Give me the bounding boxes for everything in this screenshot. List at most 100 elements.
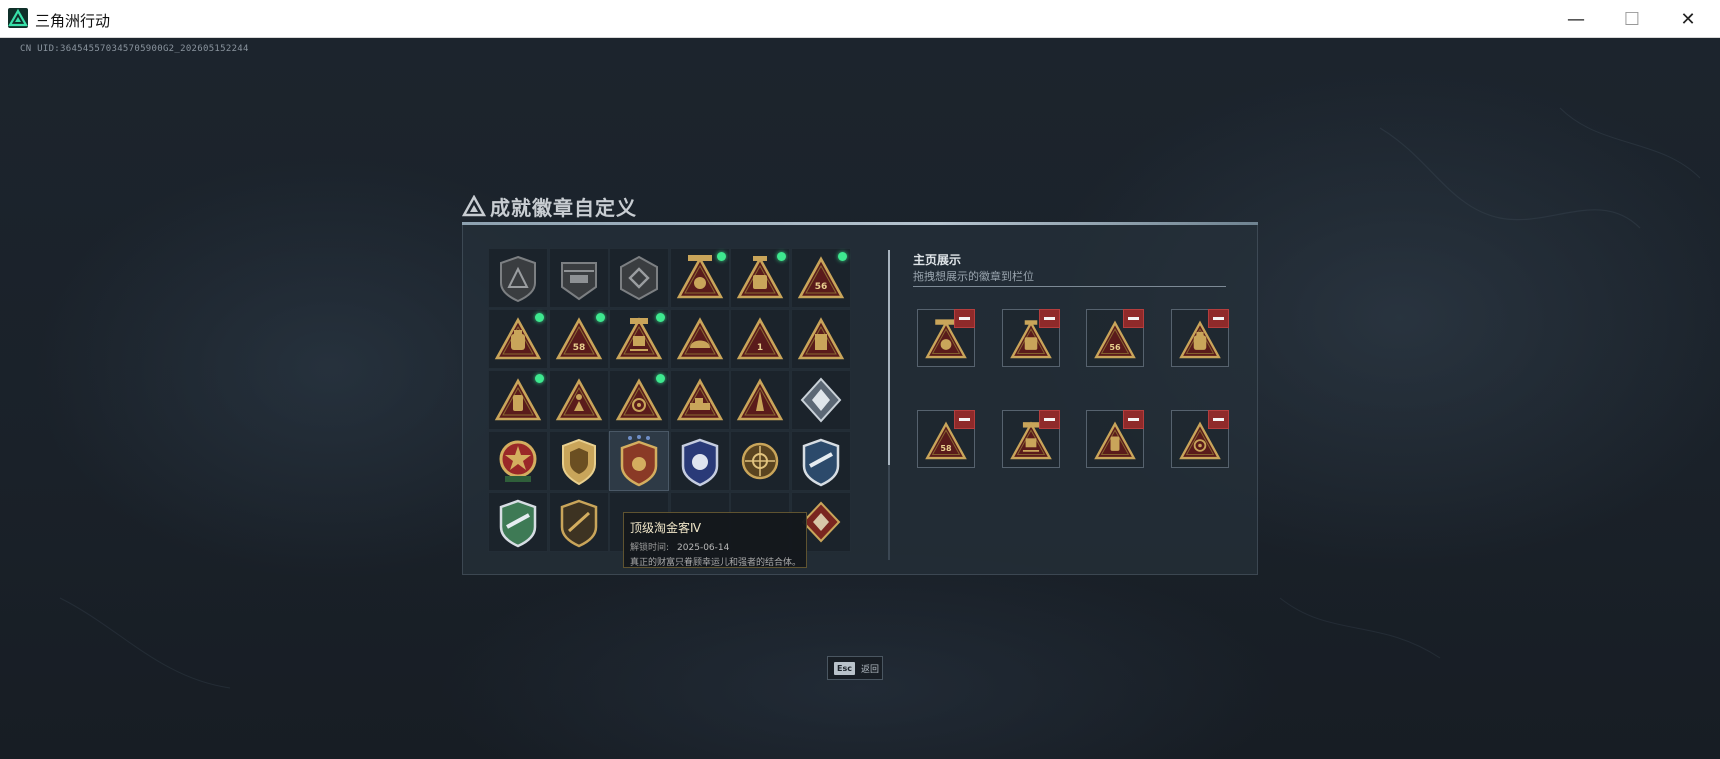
badge-cell[interactable] <box>488 248 548 308</box>
showcase-slot[interactable]: 56 <box>1086 309 1144 367</box>
badge-cell[interactable] <box>609 309 669 369</box>
badge-cell[interactable] <box>669 248 730 308</box>
blue-eagle-shield-icon <box>681 438 718 487</box>
app-logo-icon <box>8 8 28 28</box>
back-button[interactable]: Esc 返回 <box>827 656 883 680</box>
minus-icon <box>1044 418 1055 421</box>
badge-cell[interactable] <box>488 431 548 491</box>
badge-cell[interactable] <box>730 370 790 430</box>
minus-icon <box>959 317 970 320</box>
back-label: 返回 <box>860 664 879 675</box>
gold-triangle-rocket-icon <box>736 378 784 421</box>
close-button[interactable]: ✕ <box>1660 0 1716 38</box>
showcase-slot[interactable] <box>917 309 975 367</box>
remove-badge-button[interactable] <box>1039 309 1060 328</box>
minus-icon <box>1213 418 1224 421</box>
badge-cell[interactable] <box>669 309 730 369</box>
gold-triangle-helmet-icon <box>676 317 723 360</box>
remove-badge-button[interactable] <box>1208 410 1229 429</box>
svg-text:56: 56 <box>1109 343 1121 352</box>
new-badge-dot-icon <box>656 313 665 322</box>
svg-text:58: 58 <box>572 343 585 353</box>
badge-cell[interactable] <box>669 370 730 430</box>
new-badge-dot-icon <box>716 252 726 261</box>
gray-helicopter-badge-icon <box>560 262 597 301</box>
golden-looter-shield-icon <box>620 435 658 487</box>
remove-badge-button[interactable] <box>954 410 975 429</box>
gold-target-medal-icon <box>741 442 779 480</box>
svg-text:56: 56 <box>814 282 827 292</box>
gold-triangle-case-icon <box>797 317 844 360</box>
gold-shield-medal-icon <box>561 438 596 486</box>
showcase-divider <box>913 286 1226 287</box>
remove-badge-button[interactable] <box>1123 410 1144 429</box>
badge-cell[interactable] <box>548 492 609 552</box>
badge-cell[interactable] <box>548 370 609 430</box>
minus-icon <box>959 418 970 421</box>
gold-triangle-1-icon: 1 <box>736 317 784 360</box>
badge-cell[interactable]: 1 <box>730 309 790 369</box>
tooltip-description: 真正的财富只眷顾幸运儿和强者的结合体。 <box>630 558 800 568</box>
badge-cell[interactable] <box>548 248 609 308</box>
minus-icon <box>1044 317 1055 320</box>
tooltip-title: 顶级淘金客Ⅳ <box>630 521 702 535</box>
new-badge-dot-icon <box>777 252 786 261</box>
minimize-button[interactable]: — <box>1548 0 1604 38</box>
showcase-title: 主页展示 <box>913 253 962 267</box>
badge-cell[interactable] <box>488 309 548 369</box>
maximize-button[interactable]: ☐ <box>1604 0 1660 38</box>
showcase-slot[interactable] <box>1002 410 1060 468</box>
badge-cell[interactable] <box>609 370 669 430</box>
gray-hexagon-badge-icon <box>620 255 658 301</box>
badge-cell[interactable] <box>609 248 669 308</box>
tooltip-unlock-label: 解锁时间: <box>630 543 670 553</box>
green-eagle-shield-icon <box>499 499 537 548</box>
showcase-slot[interactable] <box>1171 309 1229 367</box>
svg-text:1: 1 <box>757 343 763 353</box>
badge-cell[interactable] <box>609 431 669 491</box>
badge-cell[interactable] <box>790 309 851 369</box>
blue-eagle-emblem-icon <box>802 438 839 487</box>
badge-cell[interactable] <box>790 431 851 491</box>
remove-badge-button[interactable] <box>1208 309 1229 328</box>
badge-cell[interactable] <box>790 370 851 430</box>
grid-scrollbar-thumb[interactable] <box>888 250 890 465</box>
badge-cell[interactable] <box>488 492 548 552</box>
badge-cell[interactable]: 58 <box>548 309 609 369</box>
minus-icon <box>1128 317 1139 320</box>
showcase-slot[interactable] <box>1171 410 1229 468</box>
panel-heading: 成就徽章自定义 <box>462 193 637 220</box>
remove-badge-button[interactable] <box>954 309 975 328</box>
window-title: 三角洲行动 <box>35 12 111 30</box>
badge-cell[interactable] <box>548 431 609 491</box>
badge-cell[interactable] <box>730 431 790 491</box>
window-title-bar: 三角洲行动 — ☐ ✕ <box>0 0 1720 38</box>
gold-triangle-soldier-icon <box>555 378 602 421</box>
silver-cube-icon <box>800 377 841 423</box>
gold-rifle-shield-icon <box>560 499 597 548</box>
showcase-slot[interactable] <box>1086 410 1144 468</box>
esc-key-hint: Esc <box>834 661 855 675</box>
badge-cell[interactable] <box>488 370 548 430</box>
star-medal-icon <box>499 440 537 482</box>
showcase-slot[interactable]: 58 <box>917 410 975 468</box>
showcase-subtitle: 拖拽想展示的徽章到栏位 <box>913 270 1034 283</box>
tooltip-unlock-date: 解锁时间: 2025-06-14 <box>630 540 800 553</box>
badge-cell[interactable] <box>730 248 790 308</box>
new-badge-dot-icon <box>535 313 544 322</box>
new-badge-dot-icon <box>837 252 847 261</box>
svg-text:58: 58 <box>940 444 952 453</box>
badge-tooltip: 顶级淘金客Ⅳ 解锁时间: 2025-06-14 真正的财富只眷顾幸运儿和强者的结合… <box>623 512 807 568</box>
remove-badge-button[interactable] <box>1123 309 1144 328</box>
new-badge-dot-icon <box>535 374 544 383</box>
badge-cell[interactable] <box>669 431 730 491</box>
remove-badge-button[interactable] <box>1039 410 1060 429</box>
badge-cell[interactable]: 56 <box>790 248 851 308</box>
new-badge-dot-icon <box>656 374 665 383</box>
tooltip-unlock-value: 2025-06-14 <box>677 543 730 553</box>
player-uid: CN UID:364545570345705900G2_202605152244 <box>20 44 249 54</box>
delta-logo-icon <box>462 195 486 217</box>
showcase-slot[interactable] <box>1002 309 1060 367</box>
minus-icon <box>1128 418 1139 421</box>
gray-shield-triangle-icon <box>500 255 536 303</box>
